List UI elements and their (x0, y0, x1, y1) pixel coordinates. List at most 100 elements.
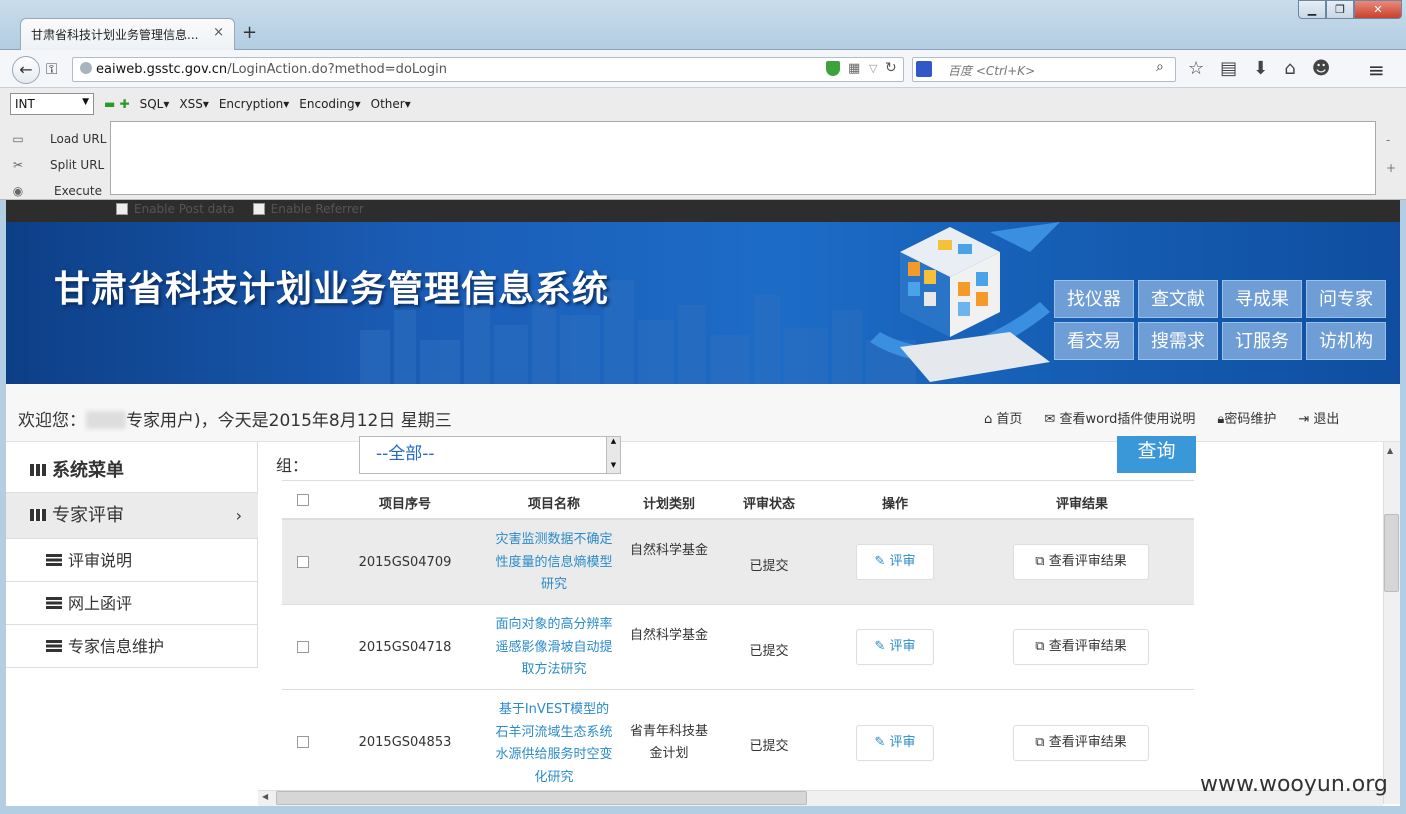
sidebar-item-label: 专家信息维护 (68, 637, 165, 656)
horizontal-scroll-thumb[interactable] (276, 791, 807, 805)
top-links: ⌂ 首页 ✉ 查看word插件使用说明 🔒︎密码维护 ⇥ 退出 (984, 408, 1339, 427)
scroll-left-arrow[interactable]: ◀ (262, 792, 268, 801)
review-button[interactable]: ✎ 评审 (856, 629, 934, 665)
dropdown-icon[interactable]: ▽ (869, 62, 877, 75)
copy-icon: ⧉ (1035, 735, 1049, 750)
row-checkbox[interactable] (297, 556, 309, 568)
logout-label: 退出 (1313, 412, 1340, 427)
menu-xss[interactable]: XSS▾ (179, 97, 208, 111)
col-review-status: 评审状态 (742, 497, 795, 512)
sidebar-title: 系统菜单 (30, 456, 124, 482)
menu-sql[interactable]: SQL▾ (140, 97, 170, 111)
vertical-scrollbar[interactable] (1383, 442, 1400, 804)
post-data-option[interactable]: Enable Post data (116, 202, 235, 216)
view-result-label: 查看评审结果 (1048, 735, 1127, 750)
chat-icon[interactable]: ☻ (1312, 58, 1331, 79)
hackbar-type-select[interactable]: INT ▼ (10, 93, 94, 115)
view-result-button[interactable]: ⧉ 查看评审结果 (1013, 629, 1149, 665)
select-value: INT (15, 97, 35, 111)
redacted-username (86, 411, 126, 429)
home-link[interactable]: ⌂ 首页 (984, 408, 1022, 427)
col-review-result: 评审结果 (1055, 497, 1108, 512)
nav-find-instrument[interactable]: 找仪器 (1054, 280, 1134, 318)
menu-encoding[interactable]: Encoding▾ (299, 97, 360, 111)
hackbar-side-controls: - + (1386, 126, 1396, 182)
project-name-link[interactable]: 面向对象的高分辨率遥感影像滑坡自动提取方法研究 (494, 614, 614, 682)
browser-tab[interactable]: 甘肃省科技计划业务管理信息... × (20, 18, 235, 50)
bookmark-star-icon[interactable]: ☆ (1188, 58, 1204, 79)
project-name-link[interactable]: 基于InVEST模型的石羊河流域生态系统水源供给服务时空变化研究 (494, 699, 614, 789)
reading-list-icon[interactable]: ▤ (1220, 58, 1237, 79)
back-arrow-icon[interactable]: ← (12, 56, 40, 84)
toggle-icon[interactable]: ▬ ✚ (104, 97, 130, 111)
col-project-name: 项目名称 (527, 497, 580, 512)
referrer-checkbox[interactable] (252, 203, 265, 215)
maximize-button[interactable]: ❐ (1326, 0, 1354, 19)
shield-icon[interactable] (826, 61, 840, 76)
download-icon[interactable]: ⬇ (1253, 58, 1268, 79)
hackbar-actions: ▭ Load URL ✂ Split URL ◉ Execute (10, 126, 106, 204)
menu-icon[interactable]: ≡ (1368, 58, 1385, 82)
url-text[interactable]: eaiweb.gsstc.gov.cn/LoginAction.do?metho… (96, 62, 447, 77)
nav-search-literature[interactable]: 查文献 (1138, 280, 1218, 318)
post-data-checkbox[interactable] (116, 203, 128, 215)
list-icon (46, 554, 62, 566)
plan-type: 自然科学基金 (629, 628, 708, 643)
select-all-checkbox[interactable] (297, 494, 309, 506)
window-controls: ▁ ❐ ✕ (1298, 0, 1402, 20)
close-window-button[interactable]: ✕ (1354, 0, 1402, 19)
menu-other[interactable]: Other▾ (371, 97, 411, 111)
query-button[interactable]: 查询 (1117, 436, 1196, 473)
select-scroll-arrow[interactable]: ▲ ▼ (606, 437, 620, 473)
project-name-link[interactable]: 灾害监测数据不确定性度量的信息熵模型研究 (494, 529, 614, 597)
view-result-button[interactable]: ⧉ 查看评审结果 (1013, 544, 1149, 580)
minimize-button[interactable]: ▁ (1298, 0, 1326, 19)
sidebar-item-review-instructions[interactable]: 评审说明 (6, 538, 258, 582)
hackbar-menu: ▬ ✚ SQL▾ XSS▾ Encryption▾ Encoding▾ Othe… (104, 97, 411, 111)
sidebar-item-expert-review[interactable]: 专家评审 › (6, 492, 258, 538)
home-icon[interactable]: ⌂ (1284, 58, 1295, 79)
load-url-button[interactable]: Load URL (40, 126, 106, 152)
hackbar-url-textarea[interactable] (110, 121, 1376, 195)
menu-encryption[interactable]: Encryption▾ (219, 97, 289, 111)
scroll-up-arrow[interactable]: ▲ (1387, 446, 1393, 455)
nav-order-service[interactable]: 订服务 (1222, 322, 1302, 360)
plugin-help-link[interactable]: ✉ 查看word插件使用说明 (1044, 408, 1195, 427)
view-result-button[interactable]: ⧉ 查看评审结果 (1013, 725, 1149, 761)
logout-link[interactable]: ⇥ 退出 (1298, 408, 1339, 427)
load-url-icon: ▭ (12, 132, 24, 146)
new-tab-button[interactable]: + (242, 22, 257, 43)
review-button[interactable]: ✎ 评审 (856, 544, 934, 580)
tab-title: 甘肃省科技计划业务管理信息... (31, 28, 199, 42)
split-url-button[interactable]: Split URL (40, 152, 104, 178)
search-icon[interactable]: ⌕ (1156, 59, 1164, 75)
qr-icon[interactable]: ▦ (848, 61, 860, 76)
nav-search-demand[interactable]: 搜需求 (1138, 322, 1218, 360)
referrer-option[interactable]: Enable Referrer (252, 202, 364, 216)
password-link[interactable]: 🔒︎密码维护 (1217, 408, 1276, 427)
review-button[interactable]: ✎ 评审 (856, 725, 934, 761)
nav-view-trade[interactable]: 看交易 (1054, 322, 1134, 360)
reload-icon[interactable]: ↻ (885, 60, 897, 76)
tab-close-icon[interactable]: × (213, 25, 224, 40)
sidebar-item-expert-info[interactable]: 专家信息维护 (6, 624, 258, 668)
group-select[interactable]: --全部-- ▲ ▼ (359, 436, 621, 474)
nav-visit-institution[interactable]: 访机构 (1306, 322, 1386, 360)
edit-icon: ✎ (874, 554, 890, 569)
group-select-value: --全部-- (376, 444, 435, 464)
review-status: 已提交 (749, 559, 789, 574)
vertical-scroll-thumb[interactable] (1384, 514, 1399, 592)
nav-ask-expert[interactable]: 问专家 (1306, 280, 1386, 318)
grid-icon (30, 509, 46, 521)
logout-icon: ⇥ (1298, 412, 1314, 427)
baidu-icon[interactable] (916, 61, 932, 77)
sidebar-item-online-review[interactable]: 网上函评 (6, 581, 258, 625)
home-icon: ⌂ (984, 412, 997, 427)
row-checkbox[interactable] (297, 736, 309, 748)
key-icon[interactable]: ⚿ (46, 60, 57, 78)
expand-mark[interactable]: + (1386, 154, 1396, 182)
search-placeholder[interactable]: 百度 <Ctrl+K> (948, 62, 1035, 79)
nav-find-results[interactable]: 寻成果 (1222, 280, 1302, 318)
row-checkbox[interactable] (297, 641, 309, 653)
collapse-mark[interactable]: - (1386, 126, 1396, 154)
